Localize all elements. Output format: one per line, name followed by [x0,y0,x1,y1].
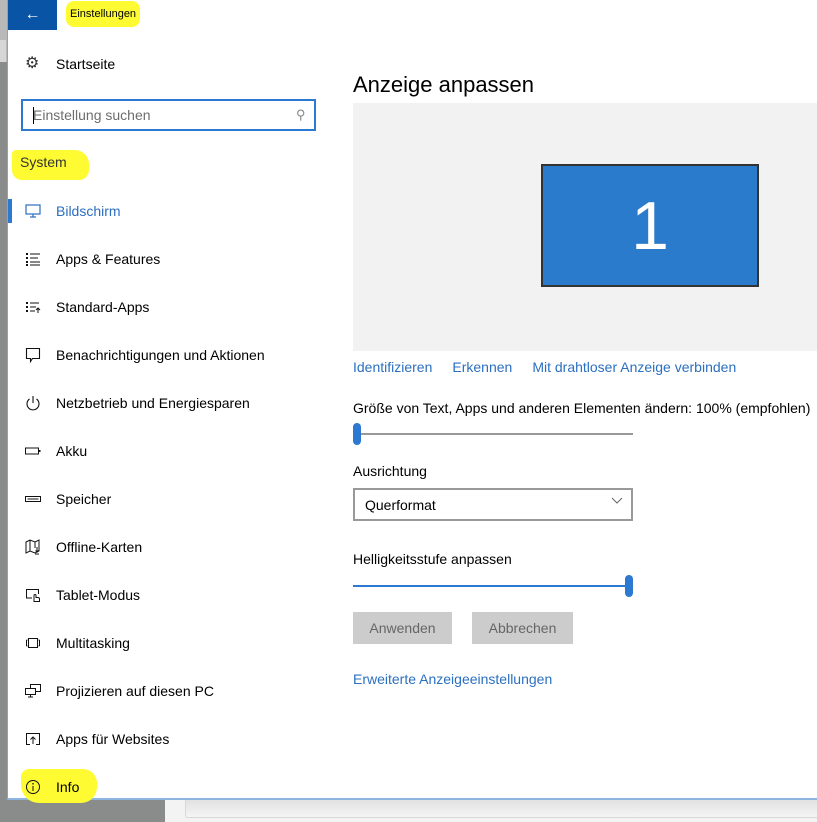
search-input[interactable] [23,101,293,129]
sidebar-item-label: Apps & Features [56,251,161,267]
sidebar-item-info[interactable]: Info [8,763,328,811]
display-arrangement-area: 1 [353,103,817,351]
battery-icon [24,446,42,456]
sidebar-item-apps-websites[interactable]: Apps für Websites [8,715,328,763]
app-title: Einstellungen [66,1,141,27]
project-icon [24,684,42,698]
default-apps-icon [24,300,42,314]
sidebar-item-label: Projizieren auf diesen PC [56,683,214,699]
sidebar-item-label: Startseite [56,56,116,72]
chevron-down-icon [611,496,623,508]
sidebar-item-label: Multitasking [56,635,130,651]
gear-icon: ⚙ [25,55,40,72]
sidebar-item-label: Akku [56,443,88,459]
display-actions: Identifizieren Erkennen Mit drahtloser A… [353,359,736,375]
orientation-dropdown[interactable]: Querformat [353,488,633,521]
detect-link[interactable]: Erkennen [452,359,512,375]
sidebar-item-notifications[interactable]: Benachrichtigungen und Aktionen [8,331,328,379]
display-number: 1 [631,187,669,264]
main-content: Anzeige anpassen 1 Identifizieren Erkenn… [352,30,817,798]
sidebar-item-project[interactable]: Projizieren auf diesen PC [8,667,328,715]
settings-window: ← Einstellungen ⚙ Startseite ⚲ System Bi… [7,0,817,803]
sidebar-item-multitasking[interactable]: Multitasking [8,619,328,667]
sidebar-item-power[interactable]: Netzbetrieb und Energiesparen [8,379,328,427]
wireless-display-link[interactable]: Mit drahtloser Anzeige verbinden [532,359,736,375]
back-arrow-icon: ← [24,6,41,23]
sidebar-item-label: Bildschirm [56,203,121,219]
back-button[interactable]: ← [8,0,57,30]
sidebar-item-label: Netzbetrieb und Energiesparen [56,395,250,411]
sidebar-item-label: Offline-Karten [56,539,143,555]
cancel-button[interactable]: Abbrechen [472,612,573,644]
sidebar-item-label: Benachrichtigungen und Aktionen [56,347,265,363]
sidebar-item-standard-apps[interactable]: Standard-Apps [8,283,328,331]
orientation-value: Querformat [365,496,436,513]
apply-button[interactable]: Anwenden [353,612,452,644]
sidebar-item-label: Apps für Websites [56,731,170,747]
sidebar-item-label: Standard-Apps [56,299,150,315]
identify-link[interactable]: Identifizieren [353,359,432,375]
display-1-tile[interactable]: 1 [541,164,759,287]
map-icon [24,539,42,555]
slider-thumb[interactable] [625,575,633,597]
search-box[interactable]: ⚲ [21,99,316,131]
sidebar-item-label: Tablet-Modus [56,587,141,603]
scale-label: Größe von Text, Apps und anderen Element… [353,400,811,416]
notification-icon [24,347,42,363]
scale-slider[interactable] [353,423,633,445]
tablet-mode-icon [24,587,42,603]
active-indicator [8,199,12,223]
advanced-display-settings-link[interactable]: Erweiterte Anzeigeeinstellungen [353,671,552,687]
search-icon[interactable]: ⚲ [296,107,306,123]
list-icon [24,252,42,266]
multitasking-icon [24,637,42,649]
sidebar-item-speicher[interactable]: Speicher [8,475,328,523]
slider-fill [353,585,629,587]
text-caret [33,107,34,124]
sidebar-item-offline-maps[interactable]: Offline-Karten [8,523,328,571]
slider-track [353,433,633,435]
brightness-label: Helligkeitsstufe anpassen [353,551,512,567]
page-title: Anzeige anpassen [353,71,535,97]
sidebar-item-bildschirm[interactable]: Bildschirm [8,187,328,235]
info-icon [24,779,42,795]
orientation-label: Ausrichtung [353,463,427,479]
sidebar-item-label: Speicher [56,491,112,507]
sidebar-item-apps-features[interactable]: Apps & Features [8,235,328,283]
monitor-icon [24,204,42,218]
sidebar-item-akku[interactable]: Akku [8,427,328,475]
storage-icon [24,494,42,504]
sidebar-item-tablet-mode[interactable]: Tablet-Modus [8,571,328,619]
section-heading: System [12,150,89,180]
title-bar: ← Einstellungen [8,0,817,30]
sidebar: ⚙ Startseite ⚲ System Bildschirm Apps & … [8,30,338,803]
sidebar-item-label: Info [56,779,80,795]
sidebar-item-home[interactable]: ⚙ Startseite [25,55,116,73]
power-icon [24,395,42,411]
slider-thumb[interactable] [353,423,361,445]
brightness-slider[interactable] [353,575,633,597]
apps-websites-icon [24,732,42,746]
